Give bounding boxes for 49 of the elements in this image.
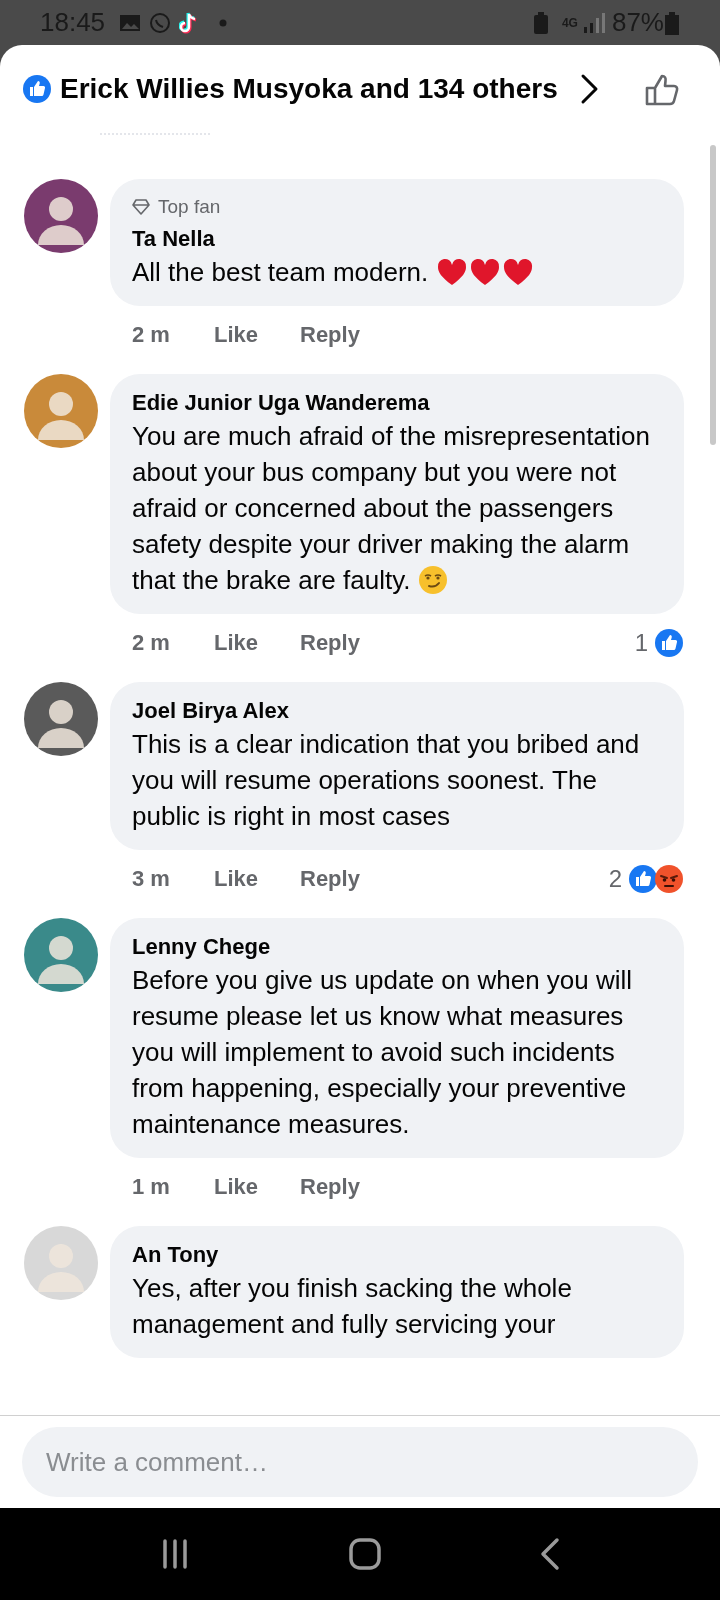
comment-text: Before you give us update on when you will resume please let us know what measures you will implement to avoid such incidents from happening, especially your preventive maintenance measures. — [132, 963, 634, 1141]
reply-link[interactable]: Reply — [300, 1170, 360, 1203]
angry-reaction-icon — [654, 863, 684, 894]
like-link[interactable]: Like — [214, 318, 300, 351]
author-name[interactable]: Lenny Chege — [132, 931, 662, 962]
timestamp: 2 m — [132, 629, 171, 657]
signal-icon — [581, 10, 606, 35]
author-name[interactable]: Joel Birya Alex — [132, 695, 662, 726]
battery-saver-icon — [531, 11, 550, 34]
avatar[interactable] — [24, 179, 98, 253]
author-name[interactable]: Ta Nella — [132, 223, 662, 254]
like-link[interactable]: Like — [214, 1170, 300, 1203]
heart-icon — [502, 256, 535, 287]
comment-text: This is a clear indication that you bribed and you will resume operations soonest. The public is right in most cases — [132, 727, 641, 833]
author-name[interactable]: An Tony — [132, 1239, 662, 1270]
reply-link[interactable]: Reply — [300, 318, 360, 351]
chevron-right-icon[interactable] — [579, 73, 599, 105]
avatar[interactable] — [24, 681, 98, 756]
notification-dot-icon — [219, 18, 228, 27]
comment-text: You are much afraid of the misrepresentation about your bus company but you were not afraid or concerned about the passengers safety despite your driver making the alarm that the brake are faulty. — [132, 419, 651, 597]
back-icon[interactable] — [539, 1537, 562, 1571]
timestamp: 1 m — [132, 1173, 171, 1201]
like-link[interactable]: Like — [214, 626, 300, 659]
battery-icon — [664, 10, 680, 35]
chat-icon — [149, 11, 172, 34]
scrollbar[interactable] — [710, 145, 716, 445]
like-link[interactable]: Like — [214, 862, 300, 895]
reaction-count: 2 — [608, 863, 622, 894]
comment-text: Yes, after you finish sacking the whole management and fully servicing your — [132, 1272, 572, 1339]
like-reaction-icon — [628, 863, 658, 894]
reaction-count: 1 — [634, 627, 648, 658]
home-icon[interactable] — [348, 1537, 382, 1571]
reply-link[interactable]: Reply — [300, 626, 360, 659]
comment-text: All the best team modern. — [132, 256, 429, 287]
avatar[interactable] — [24, 917, 98, 992]
like-icon — [22, 74, 52, 104]
author-name[interactable]: Edie Junior Uga Wanderema — [132, 387, 662, 418]
diamond-icon — [132, 198, 150, 217]
smirking-face-icon — [418, 564, 449, 595]
reactions-summary[interactable]: Erick Willies Musyoka and 134 others — [60, 68, 558, 110]
timestamp: 2 m — [132, 321, 171, 349]
timestamp: 3 m — [132, 865, 171, 893]
like-reaction-icon — [654, 627, 684, 658]
heart-icon — [469, 256, 502, 287]
heart-icon — [436, 256, 469, 287]
gallery-icon — [119, 12, 142, 33]
badge-label: Top fan — [158, 195, 221, 219]
reply-link[interactable]: Reply — [300, 862, 360, 895]
comment-input[interactable]: Write a comment… — [22, 1427, 698, 1497]
